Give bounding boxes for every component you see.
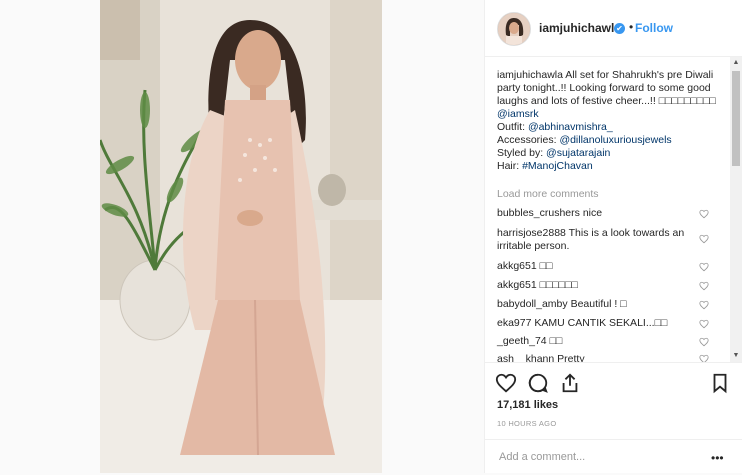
post-side-panel: iamjuhichawla ✔ • Follow iamjuhichawla A… bbox=[484, 0, 742, 473]
add-comment-input[interactable] bbox=[497, 450, 701, 464]
comment-item: harrisjose2888 This is a look towards an… bbox=[497, 227, 697, 253]
comment-username[interactable]: akkg651 bbox=[497, 279, 537, 291]
caption-mention-srk[interactable]: @iamsrk bbox=[497, 108, 539, 120]
caption-accessories-link[interactable]: @dillanoluxuriousjewels bbox=[559, 134, 671, 146]
post-actions: 17,181 likes 10 HOURS AGO ••• bbox=[485, 362, 742, 474]
instagram-post-view: iamjuhichawla ✔ • Follow iamjuhichawla A… bbox=[0, 0, 742, 473]
post-timestamp: 10 HOURS AGO bbox=[497, 419, 557, 428]
scroll-up-arrow-icon[interactable]: ▲ bbox=[730, 57, 742, 69]
comment-item: akkg651 □□□□□□ bbox=[497, 279, 697, 292]
comment-username[interactable]: ash__khann bbox=[497, 353, 554, 362]
comment-item: eka977 KAMU CANTIK SEKALI...□□ bbox=[497, 317, 697, 330]
scrollbar-thumb[interactable] bbox=[732, 71, 740, 166]
comment-item: akkg651 □□ bbox=[497, 260, 697, 273]
comment-like-heart-icon[interactable] bbox=[699, 300, 709, 310]
post-photo[interactable] bbox=[100, 0, 382, 473]
load-more-comments-link[interactable]: Load more comments bbox=[497, 188, 599, 200]
comment-like-heart-icon[interactable] bbox=[699, 281, 709, 291]
comment-text: nice bbox=[582, 207, 603, 219]
comment-item: ash__khann Pretty bbox=[497, 353, 697, 362]
comment-text: □□□□□□ bbox=[539, 279, 578, 291]
comments-list[interactable]: iamjuhichawla All set for Shahrukh's pre… bbox=[485, 57, 729, 362]
comment-text: Beautiful ! □ bbox=[570, 298, 627, 310]
caption-hair-link[interactable]: #ManojChavan bbox=[522, 160, 593, 172]
share-icon[interactable] bbox=[559, 372, 581, 394]
comment-item: bubbles_crushers nice bbox=[497, 207, 697, 220]
caption-styled-link[interactable]: @sujatarajain bbox=[546, 147, 610, 159]
post-caption: iamjuhichawla All set for Shahrukh's pre… bbox=[497, 69, 719, 173]
comment-username[interactable]: _geeth_74 bbox=[497, 335, 547, 347]
comment-text: □□ bbox=[539, 260, 553, 272]
likes-count[interactable]: 17,181 likes bbox=[497, 399, 558, 411]
comment-username[interactable]: eka977 bbox=[497, 317, 531, 329]
comment-text: Pretty bbox=[557, 353, 585, 362]
comment-username[interactable]: akkg651 bbox=[497, 260, 537, 272]
scroll-down-arrow-icon[interactable]: ▼ bbox=[730, 350, 742, 362]
header-separator: • bbox=[629, 20, 634, 34]
caption-outfit-label: Outfit: bbox=[497, 121, 528, 133]
heart-icon[interactable] bbox=[495, 372, 517, 394]
comment-item: babydoll_amby Beautiful ! □ bbox=[497, 298, 697, 311]
caption-styled-label: Styled by: bbox=[497, 147, 547, 159]
verified-badge-icon: ✔ bbox=[614, 23, 625, 34]
comment-username[interactable]: harrisjose2888 bbox=[497, 227, 566, 239]
bookmark-icon[interactable] bbox=[709, 372, 731, 394]
follow-button[interactable]: Follow bbox=[635, 21, 673, 35]
avatar[interactable] bbox=[497, 12, 531, 46]
comment-text: KAMU CANTIK SEKALI...□□ bbox=[534, 317, 668, 329]
caption-emoji: □□□□□□□□□ bbox=[658, 95, 716, 107]
comment-like-heart-icon[interactable] bbox=[699, 354, 709, 362]
avatar-image bbox=[498, 13, 530, 45]
comment-like-heart-icon[interactable] bbox=[699, 262, 709, 272]
comment-like-heart-icon[interactable] bbox=[699, 234, 709, 244]
caption-outfit-link[interactable]: @abhinavmishra_ bbox=[528, 121, 613, 133]
post-username[interactable]: iamjuhichawla bbox=[539, 21, 621, 35]
comment-like-heart-icon[interactable] bbox=[699, 319, 709, 329]
comment-like-heart-icon[interactable] bbox=[699, 209, 709, 219]
comment-username[interactable]: bubbles_crushers bbox=[497, 207, 580, 219]
comment-text: □□ bbox=[549, 335, 563, 347]
comments-scrollbar[interactable]: ▲ ▼ bbox=[730, 57, 742, 362]
comment-icon[interactable] bbox=[527, 372, 549, 394]
caption-username[interactable]: iamjuhichawla bbox=[497, 69, 563, 81]
add-comment-bar: ••• bbox=[485, 439, 742, 475]
caption-hair-label: Hair: bbox=[497, 160, 523, 172]
comment-like-heart-icon[interactable] bbox=[699, 337, 709, 347]
comment-item: _geeth_74 □□ bbox=[497, 335, 697, 348]
comment-username[interactable]: babydoll_amby bbox=[497, 298, 568, 310]
post-header: iamjuhichawla ✔ • Follow bbox=[485, 0, 742, 57]
caption-accessories-label: Accessories: bbox=[497, 134, 560, 146]
more-options-icon[interactable]: ••• bbox=[711, 451, 724, 465]
photo-illustration bbox=[100, 0, 382, 473]
